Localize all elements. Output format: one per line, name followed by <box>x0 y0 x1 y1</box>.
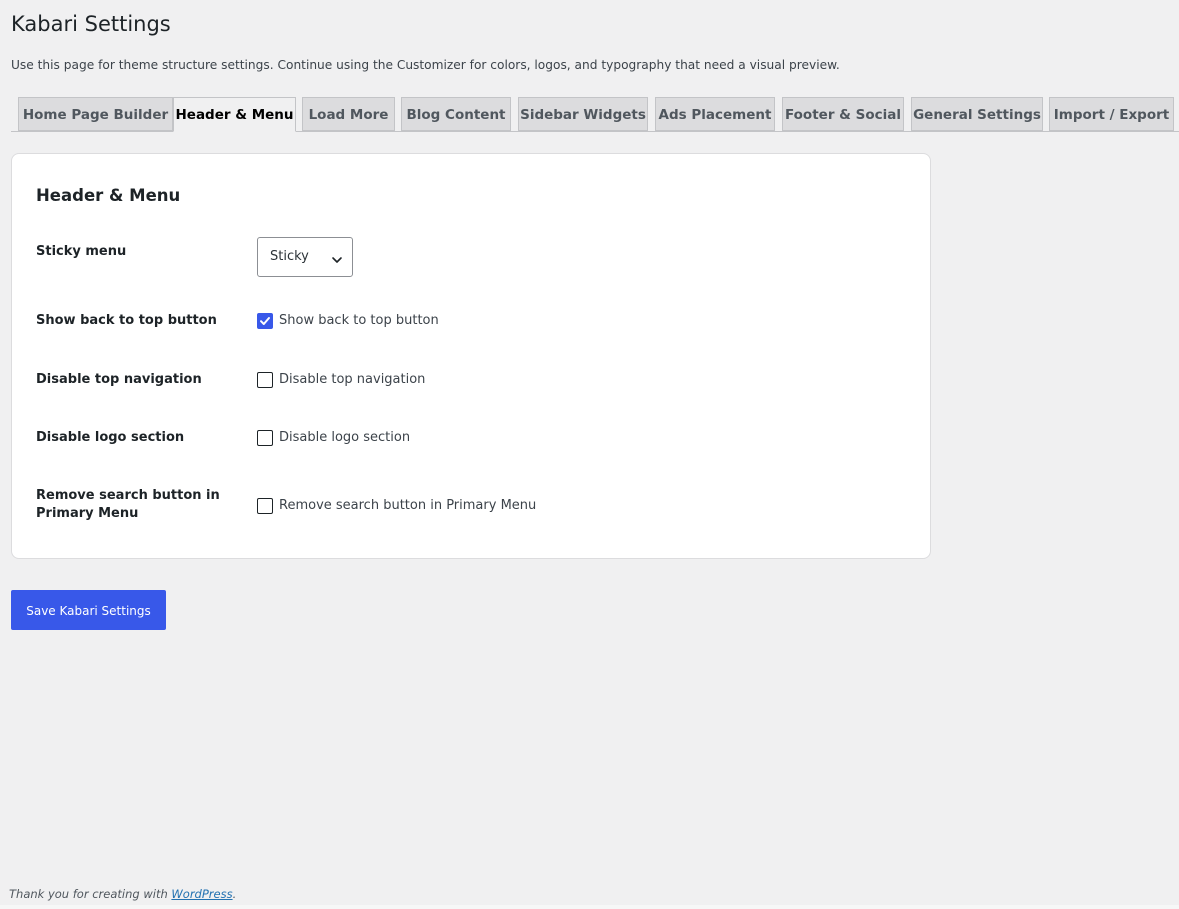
tab-home-page-builder[interactable]: Home Page Builder <box>18 97 173 131</box>
tab-load-more[interactable]: Load More <box>302 97 395 131</box>
back-to-top-label: Show back to top button <box>36 313 217 328</box>
top-navigation-checkbox[interactable] <box>257 372 273 388</box>
wordpress-link[interactable]: WordPress <box>171 887 232 901</box>
footer-strip <box>0 905 1179 909</box>
logo-section-checkbox[interactable] <box>257 430 273 446</box>
footer-suffix: . <box>232 887 237 901</box>
top-navigation-label: Disable top navigation <box>36 372 202 387</box>
checkmark-icon <box>260 317 270 325</box>
tab-general-settings[interactable]: General Settings <box>911 97 1043 131</box>
tab-import-export[interactable]: Import / Export <box>1049 97 1174 131</box>
chevron-down-icon <box>331 251 343 263</box>
sticky-menu-select[interactable]: Sticky <box>257 237 353 277</box>
page-description: Use this page for theme structure settin… <box>11 58 840 72</box>
back-to-top-checkbox-label: Show back to top button <box>279 313 439 328</box>
tab-ads-placement[interactable]: Ads Placement <box>655 97 775 131</box>
footer-text: Thank you for creating with <box>9 887 168 901</box>
search-button-checkbox-label: Remove search button in Primary Menu <box>279 498 537 513</box>
search-button-checkbox[interactable] <box>257 498 273 514</box>
tab-sidebar-widgets[interactable]: Sidebar Widgets <box>518 97 648 131</box>
top-navigation-checkbox-label: Disable top navigation <box>279 372 426 387</box>
settings-card: Header & Menu Sticky menu Sticky Show ba… <box>11 153 931 559</box>
logo-section-label: Disable logo section <box>36 430 185 445</box>
tab-blog-content[interactable]: Blog Content <box>401 97 511 131</box>
section-title: Header & Menu <box>36 186 181 205</box>
back-to-top-checkbox[interactable] <box>257 313 273 329</box>
settings-tabs: Home Page Builder Header & Menu Load Mor… <box>11 97 1179 132</box>
logo-section-checkbox-label: Disable logo section <box>279 430 411 445</box>
tab-footer-social[interactable]: Footer & Social <box>782 97 904 131</box>
save-settings-button[interactable]: Save Kabari Settings <box>11 590 166 630</box>
admin-footer: Thank you for creating with WordPress. <box>9 886 236 902</box>
page-title: Kabari Settings <box>11 12 171 36</box>
sticky-menu-label: Sticky menu <box>36 244 127 259</box>
search-button-label: Remove search button in Primary Menu <box>36 488 220 521</box>
tab-header-menu[interactable]: Header & Menu <box>173 97 296 132</box>
sticky-menu-value: Sticky <box>270 249 309 264</box>
